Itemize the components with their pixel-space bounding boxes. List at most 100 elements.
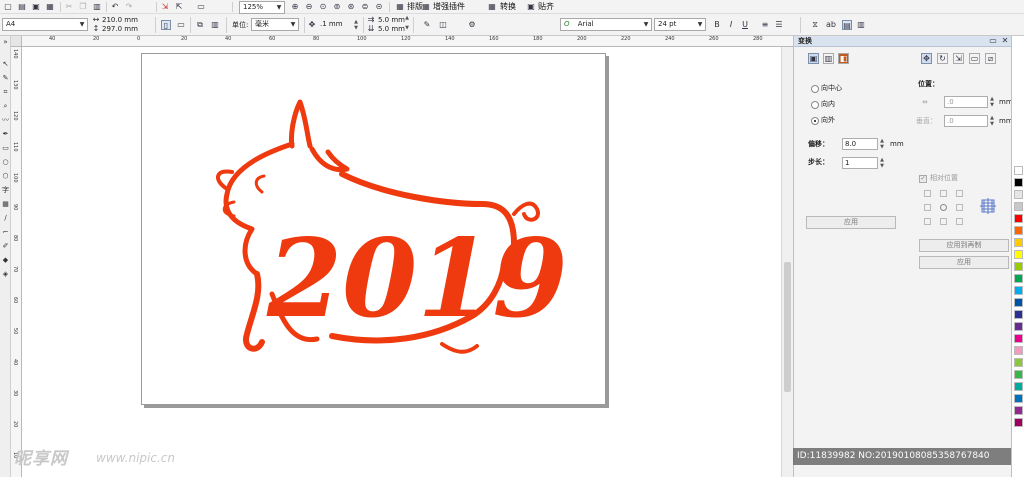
color-swatch[interactable] — [1014, 358, 1023, 367]
duplicate-x-stepper[interactable]: ▲ — [403, 15, 411, 24]
menu-paste[interactable]: 贴齐 — [538, 1, 554, 13]
nudge-stepper[interactable]: ▲ ▼ — [352, 19, 360, 31]
color-swatch[interactable] — [1014, 370, 1023, 379]
bullet-icon[interactable]: ☰ — [774, 20, 784, 30]
print-icon[interactable]: ▦ — [45, 2, 55, 12]
page-size-combo[interactable]: A4 ▼ — [2, 18, 88, 31]
page-width[interactable]: 210.0 mm — [102, 16, 138, 25]
ellipse-tool-icon[interactable]: ○ — [1, 158, 10, 167]
offset-field[interactable]: 8.0 — [842, 138, 878, 150]
zoom-in-icon[interactable]: ⊕ — [290, 2, 300, 12]
zoom-combo[interactable]: 125% ▼ — [239, 1, 285, 14]
color-swatch[interactable] — [1014, 238, 1023, 247]
zoom-tool-icon[interactable]: ⌕ — [1, 102, 10, 111]
crop-tool-icon[interactable]: ⌗ — [1, 88, 10, 97]
artwork-2019-pig[interactable]: 2019 — [142, 54, 607, 406]
menu-convert[interactable]: 转换 — [500, 1, 516, 13]
duplicate-y[interactable]: 5.0 mm — [378, 25, 405, 34]
y-position-field[interactable]: .0 — [944, 115, 988, 127]
y-stepper[interactable]: ▲ ▼ — [988, 115, 996, 127]
nudge-field[interactable]: .1 mm — [318, 19, 350, 31]
copy-icon[interactable]: ❐ — [78, 2, 88, 12]
color-swatch[interactable] — [1014, 250, 1023, 259]
color-swatch[interactable] — [1014, 166, 1023, 175]
color-swatch[interactable] — [1014, 322, 1023, 331]
radio-outside[interactable] — [811, 117, 819, 125]
font-combo[interactable]: O Arial ▼ — [560, 18, 652, 31]
duplicate-x[interactable]: 5.0 mm — [378, 16, 405, 25]
apply-to-duplicate-button[interactable]: 应用到再制 — [919, 239, 1009, 252]
color-swatch[interactable] — [1014, 226, 1023, 235]
import-icon[interactable]: ⇲ — [160, 2, 170, 12]
color-swatch[interactable] — [1014, 202, 1023, 211]
x-stepper[interactable]: ▲ ▼ — [988, 96, 996, 108]
align-icon[interactable]: ≡ — [760, 20, 770, 30]
zoom-page-icon[interactable]: ⊛ — [346, 2, 356, 12]
text-horizontal-icon[interactable]: ab — [826, 20, 836, 30]
zoom-out-icon[interactable]: ⊖ — [304, 2, 314, 12]
polygon-tool-icon[interactable]: ⬡ — [1, 172, 10, 181]
rectangle-tool-icon[interactable]: ▭ — [1, 144, 10, 153]
color-swatch[interactable] — [1014, 274, 1023, 283]
anchor-grid[interactable] — [924, 190, 972, 226]
export-icon[interactable]: ⇱ — [174, 2, 184, 12]
convert-to-curves-icon[interactable]: ✎ — [422, 20, 432, 30]
color-swatch[interactable] — [1014, 178, 1023, 187]
fill-tool-icon[interactable]: ◆ — [1, 256, 10, 265]
text-tool-icon[interactable]: 字 — [1, 186, 10, 195]
vertical-ruler[interactable]: 140 130 120 110 100 90 80 70 60 50 40 30 20 10 — [11, 47, 22, 477]
position-tab-icon[interactable]: ✥ — [921, 53, 932, 64]
italic-icon[interactable]: I — [726, 20, 736, 30]
text-vertical-icon[interactable]: ▥ — [856, 20, 866, 30]
drawing-canvas[interactable]: 2019 — [23, 47, 781, 477]
ruler-origin[interactable] — [11, 36, 22, 47]
page-height[interactable]: 297.0 mm — [102, 25, 138, 34]
all-pages-icon[interactable]: ⧉ — [195, 20, 205, 30]
steps-field[interactable]: 1 — [842, 157, 878, 169]
portrait-icon[interactable]: ▯ — [161, 20, 171, 30]
color-swatch[interactable] — [1014, 382, 1023, 391]
connector-tool-icon[interactable]: ⌐ — [1, 228, 10, 237]
color-swatch[interactable] — [1014, 214, 1023, 223]
x-position-field[interactable]: .0 — [944, 96, 988, 108]
zoom-all-icon[interactable]: ⊚ — [332, 2, 342, 12]
unit-combo[interactable]: 毫米 ▼ — [251, 18, 299, 31]
underline-icon[interactable]: U — [740, 20, 750, 30]
landscape-icon[interactable]: ▭ — [176, 20, 186, 30]
shape-tool-icon[interactable]: ✎ — [1, 74, 10, 83]
close-icon[interactable]: ✕ — [1000, 36, 1010, 46]
bevel-mode-icon[interactable]: ▥ — [823, 53, 834, 64]
zoom-height-icon[interactable]: ⊝ — [374, 2, 384, 12]
outline-icon[interactable]: ◫ — [438, 20, 448, 30]
current-page-icon[interactable]: ▥ — [210, 20, 220, 30]
zoom-width-icon[interactable]: ⊜ — [360, 2, 370, 12]
undo-icon[interactable]: ↶ — [110, 2, 120, 12]
offset-stepper[interactable]: ▲ ▼ — [878, 138, 886, 150]
color-swatch[interactable] — [1014, 286, 1023, 295]
cut-icon[interactable]: ✂ — [64, 2, 74, 12]
table-tool-icon[interactable]: ▦ — [1, 200, 10, 209]
color-swatch[interactable] — [1014, 418, 1023, 427]
steps-stepper[interactable]: ▲ ▼ — [878, 157, 886, 169]
edit-text-icon[interactable]: ⧖ — [810, 20, 820, 30]
radio-to-center[interactable] — [811, 85, 819, 93]
scroll-thumb[interactable] — [784, 262, 791, 392]
eyedropper-icon[interactable]: ✐ — [1, 242, 10, 251]
text-justify-icon[interactable]: ▤ — [842, 20, 852, 30]
relative-checkbox[interactable]: ✓ — [919, 175, 927, 183]
apply-button-right[interactable]: 应用 — [919, 256, 1009, 269]
zoom-selected-icon[interactable]: ⊙ — [318, 2, 328, 12]
color-swatch[interactable] — [1014, 406, 1023, 415]
color-swatch[interactable] — [1014, 190, 1023, 199]
menu-plugins[interactable]: 增强插件 — [433, 1, 465, 13]
color-swatch[interactable] — [1014, 346, 1023, 355]
interactive-fill-icon[interactable]: ◈ — [1, 270, 10, 279]
skew-tab-icon[interactable]: ⧄ — [985, 53, 996, 64]
duplicate-y-stepper[interactable]: ▼ — [403, 25, 411, 34]
scale-tab-icon[interactable]: ⇲ — [953, 53, 964, 64]
more-icon[interactable]: » — [1, 38, 10, 47]
bold-icon[interactable]: B — [712, 20, 722, 30]
artistic-media-icon[interactable]: ✒ — [1, 130, 10, 139]
paste-icon[interactable]: ▥ — [92, 2, 102, 12]
color-swatch[interactable] — [1014, 262, 1023, 271]
